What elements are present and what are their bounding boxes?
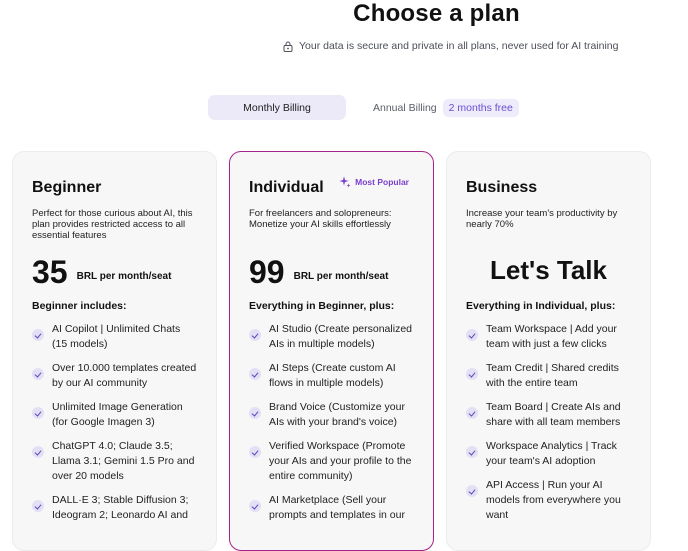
sparkle-icon [339,176,351,188]
plan-name: Beginner [32,179,102,196]
feature-item: AI Studio (Create personalized AIs in mu… [249,322,414,352]
annual-billing-tab[interactable]: Annual Billing 2 months free [373,98,519,117]
check-icon [466,485,478,497]
plan-price: Let's Talk [490,255,607,285]
includes-heading: Everything in Beginner, plus: [249,300,395,312]
feature-list: AI Copilot | Unlimited Chats (15 models)… [32,322,197,523]
monthly-billing-tab[interactable]: Monthly Billing [208,95,346,120]
includes-heading: Beginner includes: [32,300,127,312]
price-amount: 35 [32,254,68,290]
page-title: Choose a plan [353,0,520,27]
check-icon [466,446,478,458]
feature-item: API Access | Run your AI models from eve… [466,478,631,523]
feature-text: Team Workspace | Add your team with just… [486,323,617,350]
feature-list: Team Workspace | Add your team with just… [466,322,631,523]
check-icon [249,446,261,458]
most-popular-badge: Most Popular [339,176,409,188]
feature-list: AI Studio (Create personalized AIs in mu… [249,322,414,523]
feature-text: AI Studio (Create personalized AIs in mu… [269,323,412,350]
security-note-text: Your data is secure and private in all p… [299,40,619,52]
feature-text: Workspace Analytics | Track your team's … [486,440,617,467]
plan-price: 99 BRL per month/seat [249,250,414,290]
feature-item: ChatGPT 4.0; Claude 3.5; Llama 3.1; Gemi… [32,439,197,484]
feature-item: Verified Workspace (Promote your AIs and… [249,439,414,484]
check-icon [466,329,478,341]
annual-billing-label: Annual Billing [373,101,437,114]
lock-icon [283,41,293,52]
feature-text: AI Steps (Create custom AI flows in mult… [269,362,396,389]
most-popular-label: Most Popular [355,177,409,187]
check-icon [32,407,44,419]
feature-item: Team Workspace | Add your team with just… [466,322,631,352]
check-icon [249,329,261,341]
check-icon [32,368,44,380]
feature-text: ChatGPT 4.0; Claude 3.5; Llama 3.1; Gemi… [52,440,195,482]
plan-price: 35 BRL per month/seat [32,250,197,290]
feature-text: DALL·E 3; Stable Diffusion 3; Ideogram 2… [52,494,189,521]
feature-item: Team Board | Create AIs and share with a… [466,400,631,430]
check-icon [32,329,44,341]
annual-discount-badge: 2 months free [442,98,519,117]
check-icon [249,500,261,512]
plan-description: Perfect for those curious about AI, this… [32,208,193,241]
feature-item: Team Credit | Shared credits with the en… [466,361,631,391]
feature-item: DALL·E 3; Stable Diffusion 3; Ideogram 2… [32,493,197,523]
price-unit: BRL per month/seat [293,271,389,282]
plan-name: Business [466,179,538,196]
plan-description: For freelancers and solopreneurs: Moneti… [249,208,392,230]
feature-item: Workspace Analytics | Track your team's … [466,439,631,469]
price-unit: BRL per month/seat [76,271,172,282]
plan-card-individual: Most Popular Individual For freelancers … [229,151,434,551]
check-icon [249,368,261,380]
feature-text: Team Credit | Shared credits with the en… [486,362,619,389]
check-icon [32,500,44,512]
security-note: Your data is secure and private in all p… [283,40,618,52]
feature-text: AI Copilot | Unlimited Chats (15 models) [52,323,181,350]
feature-item: AI Copilot | Unlimited Chats (15 models) [32,322,197,352]
feature-text: Unlimited Image Generation (for Google I… [52,401,183,428]
feature-text: AI Marketplace (Sell your prompts and te… [269,494,405,521]
plan-card-business: Business Increase your team's productivi… [446,151,651,551]
price-amount: 99 [249,254,285,290]
feature-item: AI Marketplace (Sell your prompts and te… [249,493,414,523]
plan-card-beginner: Beginner Perfect for those curious about… [12,151,217,551]
plan-description: Increase your team's productivity by nea… [466,208,618,230]
check-icon [466,407,478,419]
feature-text: Verified Workspace (Promote your AIs and… [269,440,412,482]
feature-text: Team Board | Create AIs and share with a… [486,401,621,428]
feature-item: AI Steps (Create custom AI flows in mult… [249,361,414,391]
feature-item: Unlimited Image Generation (for Google I… [32,400,197,430]
includes-heading: Everything in Individual, plus: [466,300,616,312]
billing-toggle: Monthly Billing Annual Billing 2 months … [208,95,519,120]
feature-text: API Access | Run your AI models from eve… [486,479,621,521]
check-icon [466,368,478,380]
feature-text: Brand Voice (Customize your AIs with you… [269,401,405,428]
feature-text: Over 10.000 templates created by our AI … [52,362,197,389]
check-icon [32,446,44,458]
check-icon [249,407,261,419]
feature-item: Over 10.000 templates created by our AI … [32,361,197,391]
feature-item: Brand Voice (Customize your AIs with you… [249,400,414,430]
